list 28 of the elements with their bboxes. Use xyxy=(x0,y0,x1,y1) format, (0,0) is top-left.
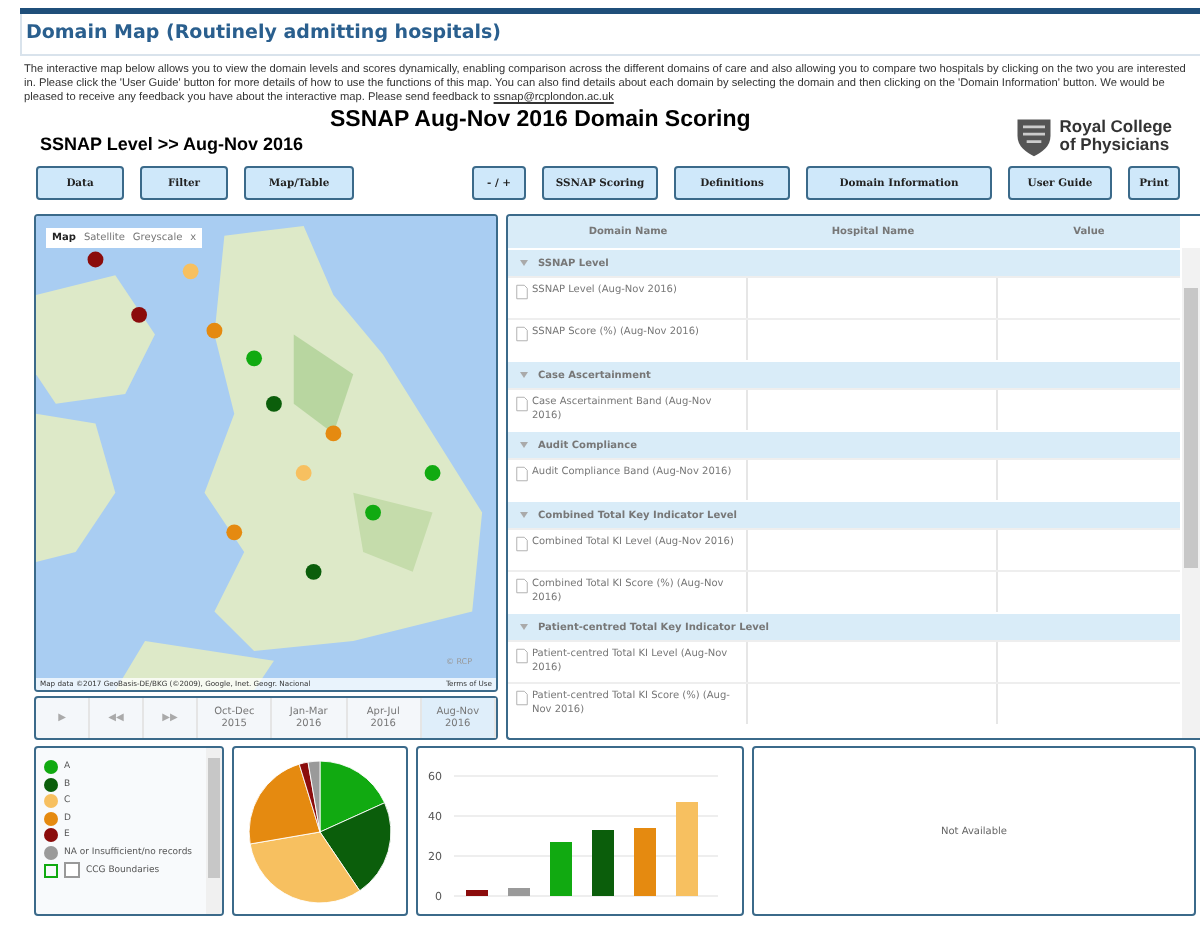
expand-arrow-icon[interactable] xyxy=(520,260,528,266)
document-icon xyxy=(516,648,528,664)
document-icon xyxy=(516,284,528,300)
logo-text: Royal College xyxy=(1059,118,1172,136)
page-title: Domain Map (Routinely admitting hospitals) xyxy=(20,14,1200,56)
expand-arrow-icon[interactable] xyxy=(520,512,528,518)
checkbox[interactable] xyxy=(64,862,80,878)
bar xyxy=(634,827,656,895)
bar xyxy=(676,801,698,895)
scrollbar[interactable] xyxy=(1182,248,1200,738)
bar xyxy=(550,841,572,895)
bar xyxy=(466,889,488,895)
dashboard-title: SSNAP Aug-Nov 2016 Domain Scoring xyxy=(330,108,751,132)
expand-arrow-icon[interactable] xyxy=(520,372,528,378)
bar xyxy=(592,829,614,895)
bar xyxy=(508,887,530,895)
breadcrumb: SSNAP Level >> Aug-Nov 2016 xyxy=(40,134,306,154)
expand-arrow-icon[interactable] xyxy=(520,442,528,448)
expand-arrow-icon[interactable] xyxy=(520,624,528,630)
logo-text: of Physicians xyxy=(1059,136,1170,154)
document-icon xyxy=(516,690,528,706)
document-icon xyxy=(516,326,528,342)
document-icon xyxy=(516,578,528,594)
scrollbar[interactable] xyxy=(206,748,222,914)
square-outline-icon xyxy=(44,863,58,877)
document-icon xyxy=(516,536,528,552)
document-icon xyxy=(516,396,528,412)
document-icon xyxy=(516,466,528,482)
